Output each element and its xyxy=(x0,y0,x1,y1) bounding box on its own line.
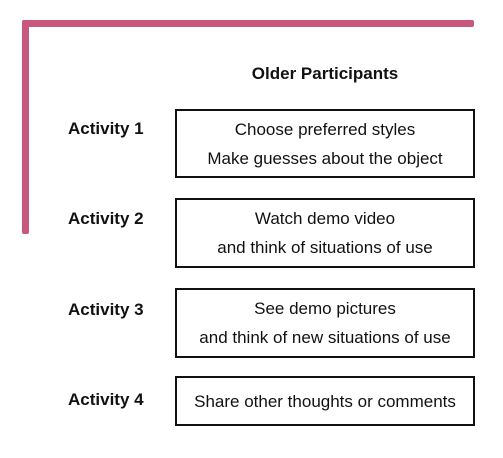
activity-2-label: Activity 2 xyxy=(68,209,144,228)
activity-4-box: Share other thoughts or comments xyxy=(175,376,475,426)
activity-3-box: See demo pictures and think of new situa… xyxy=(175,288,475,358)
decorative-frame-left xyxy=(22,20,29,234)
activity-1-line-2: Make guesses about the object xyxy=(207,148,443,168)
diagram-title: Older Participants xyxy=(251,64,399,83)
activity-3-label: Activity 3 xyxy=(68,300,144,319)
activity-2-line-2: and think of situations of use xyxy=(217,238,433,257)
activity-3-line-2: and think of new situations of use xyxy=(199,328,451,347)
activity-1-label: Activity 1 xyxy=(68,119,144,138)
activity-4-label: Activity 4 xyxy=(68,390,144,409)
decorative-frame-top xyxy=(22,20,474,27)
activity-2-box: Watch demo video and think of situations… xyxy=(175,198,475,268)
activity-4-line-1: Share other thoughts or comments xyxy=(194,391,456,411)
activity-1-box: Choose preferred styles Make guesses abo… xyxy=(175,109,475,178)
activity-2-line-1: Watch demo video xyxy=(254,209,396,228)
activity-3-line-1: See demo pictures xyxy=(254,299,396,318)
activity-1-line-1: Choose preferred styles xyxy=(234,119,416,139)
